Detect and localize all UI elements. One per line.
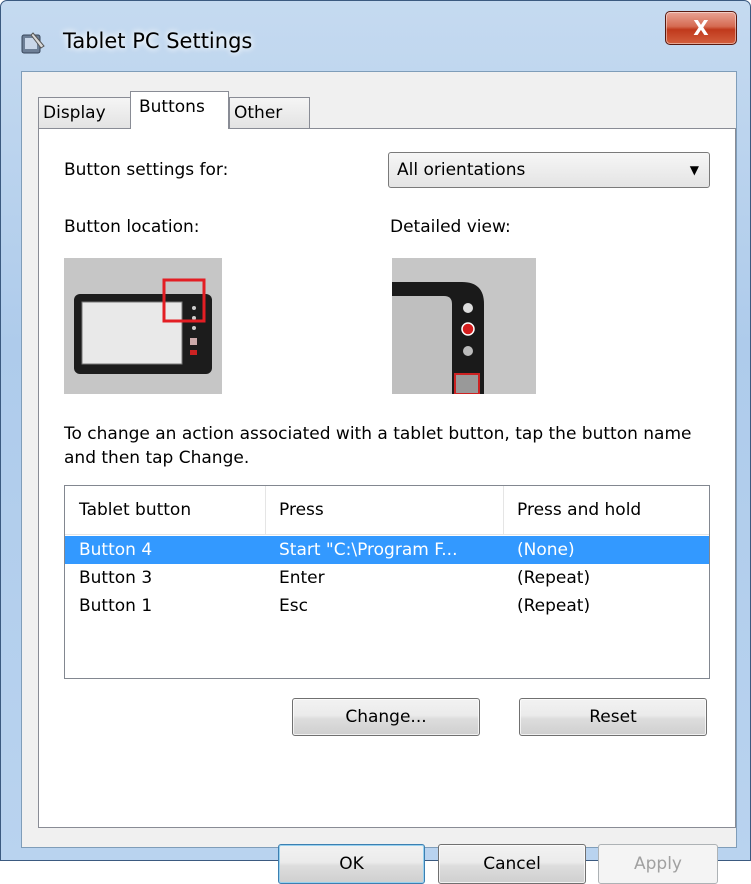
cell-press-and-hold: (Repeat) <box>517 596 591 616</box>
cancel-button[interactable]: Cancel <box>438 844 586 884</box>
detailed-view-label: Detailed view: <box>390 217 511 237</box>
close-icon: X <box>693 16 709 40</box>
button-settings-for-label: Button settings for: <box>64 160 229 180</box>
cell-press: Esc <box>279 596 308 616</box>
cell-press-and-hold: (Repeat) <box>517 568 591 588</box>
dialog-client-area: Display Buttons Other Button settings fo… <box>21 71 737 884</box>
cell-button: Button 1 <box>79 596 153 616</box>
change-button[interactable]: Change... <box>292 698 480 736</box>
tab-other[interactable]: Other <box>229 97 310 128</box>
tab-other-label: Other <box>234 103 283 123</box>
apply-button[interactable]: Apply <box>598 844 718 884</box>
tab-buttons-label: Buttons <box>139 97 205 117</box>
tablet-pc-settings-window: Tablet PC Settings X Display Buttons Oth… <box>0 0 751 884</box>
column-header-tablet-button[interactable]: Tablet button <box>65 486 265 534</box>
close-button[interactable]: X <box>665 11 737 45</box>
list-row-button-1[interactable]: Button 1 Esc (Repeat) <box>65 592 709 620</box>
cell-button: Button 3 <box>79 568 153 588</box>
tablet-detail-graphic <box>392 258 536 394</box>
instructions-text: To change an action associated with a ta… <box>64 424 692 468</box>
list-row-button-4[interactable]: Button 4 Start "C:\Program F... (None) <box>65 536 709 564</box>
detailed-view-image <box>392 258 536 394</box>
window-title: Tablet PC Settings <box>63 29 253 53</box>
cell-press-and-hold: (None) <box>517 540 575 560</box>
tab-display-label: Display <box>43 103 106 123</box>
reset-button[interactable]: Reset <box>519 698 707 736</box>
tablet-buttons-list[interactable]: Tablet button Press Press and hold Butto… <box>64 485 710 679</box>
orientation-dropdown[interactable]: All orientations ▼ <box>388 152 710 188</box>
button-location-label: Button location: <box>64 217 200 237</box>
button-location-image <box>64 258 222 394</box>
list-row-button-3[interactable]: Button 3 Enter (Repeat) <box>65 564 709 592</box>
ok-button[interactable]: OK <box>278 844 425 884</box>
chevron-down-icon: ▼ <box>689 163 699 177</box>
cell-press: Enter <box>279 568 325 588</box>
tab-display[interactable]: Display <box>38 97 131 128</box>
orientation-dropdown-value: All orientations <box>397 160 526 180</box>
column-header-press-and-hold[interactable]: Press and hold <box>503 486 709 534</box>
tab-buttons[interactable]: Buttons <box>130 91 229 129</box>
column-header-press[interactable]: Press <box>265 486 503 534</box>
title-bar[interactable]: Tablet PC Settings X <box>1 1 750 61</box>
cell-press: Start "C:\Program F... <box>279 540 458 560</box>
list-header: Tablet button Press Press and hold <box>65 486 709 535</box>
tablet-overview-graphic <box>64 258 222 394</box>
tablet-pc-icon <box>21 32 45 54</box>
cell-button: Button 4 <box>79 540 153 560</box>
